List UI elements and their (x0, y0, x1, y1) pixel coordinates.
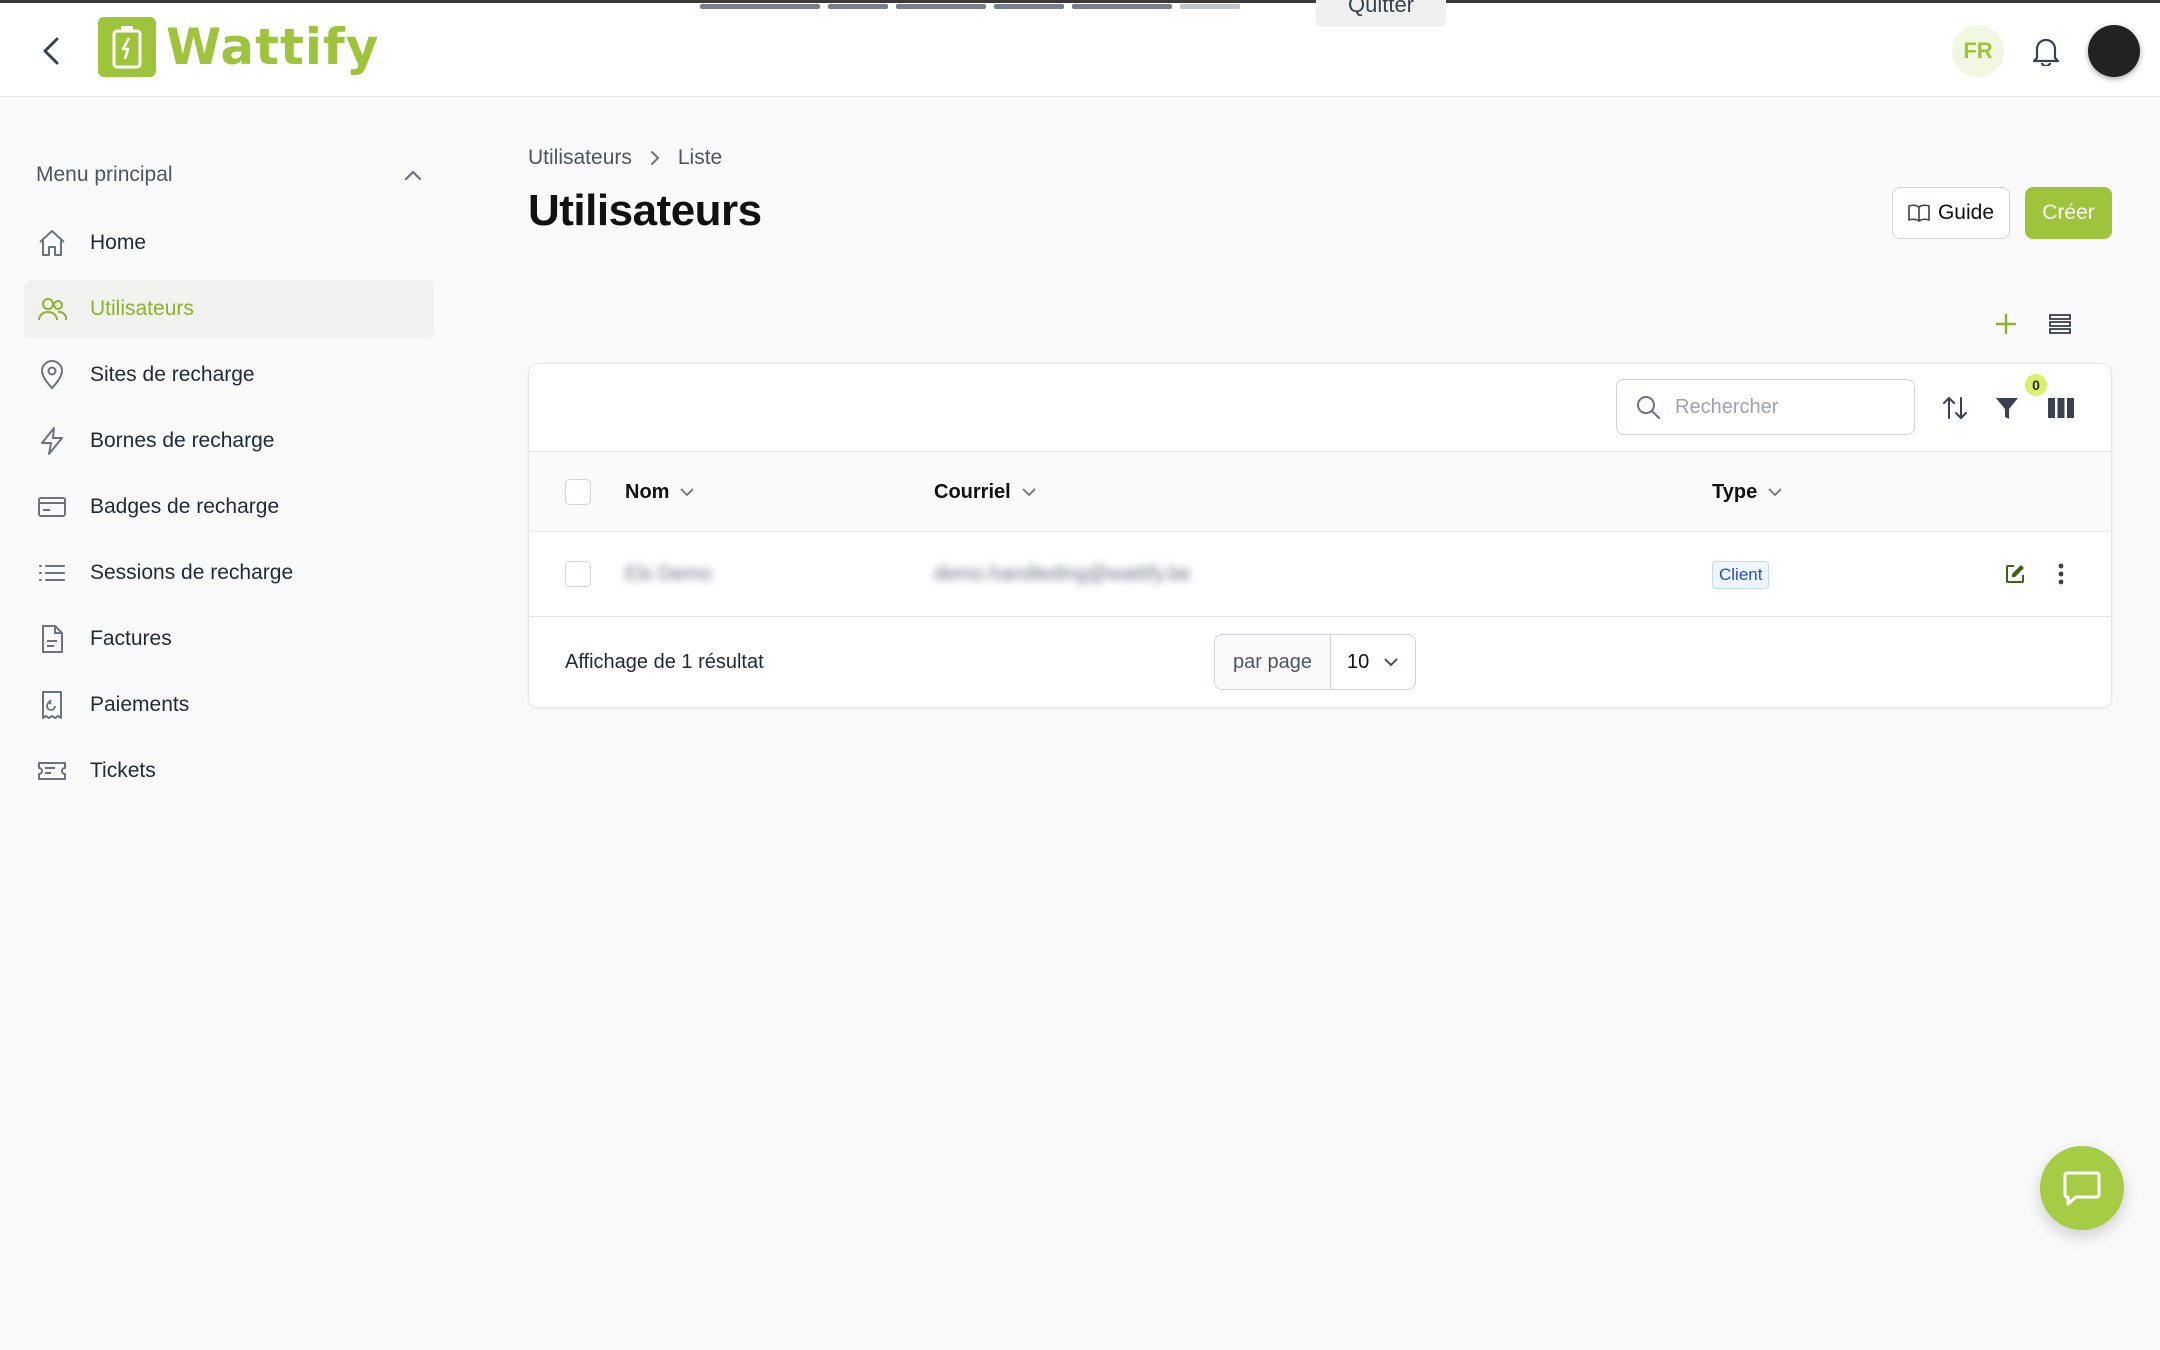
add-button[interactable] (1990, 308, 2022, 340)
book-icon (1908, 204, 1930, 222)
chevron-down-icon (1768, 488, 1782, 497)
sidebar-item-label: Sites de recharge (90, 363, 255, 386)
list-view-icon (2049, 314, 2071, 334)
chevron-down-icon (1022, 488, 1036, 497)
sidebar-item-label: Home (90, 231, 147, 254)
guide-label: Guide (1937, 201, 1995, 224)
per-page-select[interactable]: 10 (1330, 635, 1416, 689)
avatar[interactable] (2088, 25, 2140, 77)
column-header-email[interactable]: Courriel (934, 452, 1037, 532)
chevron-right-icon (650, 151, 660, 165)
breadcrumb-root[interactable]: Utilisateurs (528, 146, 632, 170)
edit-button[interactable] (1999, 558, 2031, 590)
bell-icon (2032, 38, 2060, 66)
users-table-card: 0 Nom Courriel Type Els Demo demo.handle… (528, 363, 2112, 708)
brand-name: Wattify (166, 18, 380, 76)
menu-section-toggle[interactable]: Menu principal (24, 150, 434, 200)
kebab-menu-icon (2058, 563, 2064, 585)
search-box[interactable] (1616, 379, 1915, 435)
per-page-selector: par page 10 (1214, 634, 1417, 690)
filter-button[interactable] (1991, 392, 2023, 424)
sidebar: Menu principal Home Utilisateurs Sites d… (24, 150, 434, 808)
language-button[interactable]: FR (1952, 25, 2004, 77)
column-label: Type (1712, 480, 1758, 503)
list-view-button[interactable] (2044, 308, 2076, 340)
quit-button[interactable]: Quitter (1316, 0, 1446, 27)
chevron-down-icon (680, 488, 695, 497)
card-icon (38, 497, 66, 517)
per-page-label: par page (1215, 635, 1331, 689)
sidebar-item-label: Bornes de recharge (90, 429, 275, 452)
table-header: Nom Courriel Type (529, 452, 2111, 532)
column-header-type[interactable]: Type (1712, 452, 1783, 532)
home-icon (39, 230, 65, 256)
notifications-button[interactable] (2026, 31, 2066, 71)
column-label: Nom (625, 480, 670, 503)
create-button[interactable]: Créer (2025, 187, 2112, 239)
row-name: Els Demo (625, 563, 712, 585)
breadcrumb: Utilisateurs Liste (528, 146, 722, 170)
page-title: Utilisateurs (528, 186, 762, 235)
guide-button[interactable]: Guide (1892, 187, 2010, 239)
columns-icon (2048, 398, 2074, 418)
columns-button[interactable] (2045, 392, 2077, 424)
sidebar-item-label: Badges de recharge (90, 495, 280, 518)
sidebar-item-label: Sessions de recharge (90, 561, 294, 584)
select-all-checkbox[interactable] (565, 479, 591, 505)
sidebar-item-label: Paiements (90, 693, 190, 716)
battery-logo-icon (98, 17, 156, 77)
sidebar-item-sessions[interactable]: Sessions de recharge (24, 544, 434, 602)
per-page-value: 10 (1346, 650, 1370, 673)
row-email: demo.handleding@wattify.be (934, 563, 1191, 585)
list-icon (39, 565, 65, 581)
banner-fragment (700, 0, 1290, 13)
sort-arrows-icon (1943, 397, 1967, 419)
ticket-icon (38, 762, 66, 780)
chat-button[interactable] (2040, 1146, 2124, 1230)
sidebar-item-payments[interactable]: Paiements (24, 676, 434, 734)
filter-count-badge: 0 (2025, 374, 2047, 396)
sidebar-item-sites[interactable]: Sites de recharge (24, 346, 434, 404)
search-input[interactable] (1675, 395, 1895, 419)
receipt-icon (42, 691, 62, 719)
result-count: Affichage de 1 résultat (565, 650, 764, 673)
menu-section-title: Menu principal (36, 163, 173, 186)
edit-icon (2006, 565, 2024, 583)
lightning-icon (41, 427, 63, 455)
back-button[interactable] (36, 33, 66, 69)
sidebar-item-badges[interactable]: Badges de recharge (24, 478, 434, 536)
chevron-up-icon (404, 170, 422, 181)
table-toolbar: 0 (529, 364, 2111, 452)
type-badge: Client (1712, 560, 1770, 589)
users-icon (38, 298, 68, 321)
sort-button[interactable] (1939, 392, 1971, 424)
row-checkbox[interactable] (565, 561, 591, 587)
map-pin-icon (40, 360, 64, 390)
document-icon (42, 625, 63, 653)
row-type: Client (1712, 532, 1770, 617)
chevron-down-icon (1384, 658, 1398, 667)
search-icon (1637, 396, 1660, 419)
logo[interactable]: Wattify (98, 17, 379, 77)
chevron-left-icon (43, 37, 59, 65)
more-options-button[interactable] (2045, 558, 2077, 590)
table-footer: Affichage de 1 résultat par page 10 (529, 617, 2111, 707)
breadcrumb-current: Liste (677, 146, 723, 169)
table-row[interactable]: Els Demo demo.handleding@wattify.be Clie… (529, 532, 2111, 617)
sidebar-item-invoices[interactable]: Factures (24, 610, 434, 668)
chat-bubble-icon (2063, 1171, 2101, 1206)
plus-icon (1995, 313, 2017, 335)
sidebar-item-tickets[interactable]: Tickets (24, 742, 434, 800)
top-bar: Quitter Wattify FR (0, 0, 2160, 97)
column-header-name[interactable]: Nom (625, 452, 695, 532)
sidebar-item-label: Utilisateurs (90, 297, 194, 320)
sidebar-item-users[interactable]: Utilisateurs (24, 280, 434, 338)
column-label: Courriel (934, 480, 1011, 503)
sidebar-item-stations[interactable]: Bornes de recharge (24, 412, 434, 470)
sidebar-item-home[interactable]: Home (24, 214, 434, 272)
sidebar-item-label: Factures (90, 627, 172, 650)
funnel-icon (1996, 398, 2018, 419)
sidebar-item-label: Tickets (90, 759, 156, 782)
